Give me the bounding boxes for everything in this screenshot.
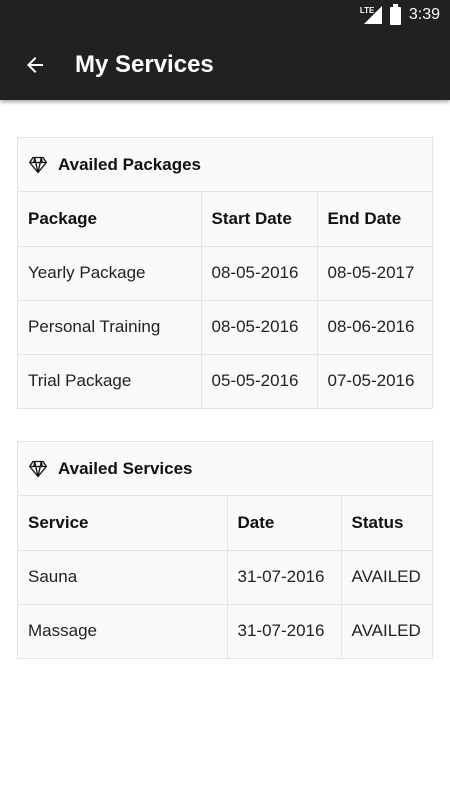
diamond-icon [29, 460, 47, 477]
services-title: Availed Services [58, 458, 193, 478]
service-status: AVAILED [351, 621, 421, 641]
start-date: 05-05-2016 [201, 354, 318, 408]
column-header: End Date [317, 192, 432, 247]
service-date: 31-07-2016 [227, 550, 342, 605]
package-name: Trial Package [18, 354, 202, 408]
page-title: My Services [75, 51, 214, 78]
services-header: Availed Services [18, 442, 432, 496]
arrow-left-icon [27, 57, 43, 73]
packages-card: Availed Packages Package Start Date End … [17, 137, 433, 409]
start-date: 08-05-2016 [201, 300, 318, 355]
column-header: Service [18, 496, 228, 551]
table-header-row: Service Date Status [18, 496, 432, 551]
diamond-icon [29, 156, 47, 173]
table-row: Yearly Package 08-05-2016 08-05-2017 [18, 246, 432, 301]
end-date: 07-05-2016 [327, 371, 415, 391]
column-header: Date [227, 496, 342, 551]
battery-icon [389, 4, 401, 25]
app-bar: My Services [0, 30, 450, 100]
status-bar: LTE 3:39 [0, 0, 450, 30]
end-date: 08-05-2017 [317, 246, 432, 301]
services-card: Availed Services Service Date Status Sau… [17, 441, 433, 659]
signal-icon: LTE [360, 5, 382, 25]
back-button[interactable] [17, 47, 53, 83]
package-name: Yearly Package [18, 246, 202, 301]
table-row: Massage 31-07-2016 AVAILED [18, 604, 432, 658]
service-name: Massage [18, 604, 228, 658]
column-header: Start Date [201, 192, 318, 247]
packages-table: Package Start Date End Date Yearly Packa… [18, 192, 432, 408]
table-header-row: Package Start Date End Date [18, 192, 432, 247]
status-icons: LTE 3:39 [360, 0, 440, 30]
packages-header: Availed Packages [18, 138, 432, 192]
column-header: Status [341, 496, 432, 551]
table-row: Sauna 31-07-2016 AVAILED [18, 550, 432, 605]
start-date: 08-05-2016 [201, 246, 318, 301]
table-row: Personal Training 08-05-2016 08-06-2016 [18, 300, 432, 355]
package-name: Personal Training [18, 300, 202, 355]
packages-title: Availed Packages [58, 154, 202, 174]
service-date: 31-07-2016 [227, 604, 342, 658]
service-name: Sauna [18, 550, 228, 605]
service-status: AVAILED [341, 550, 432, 605]
table-row: Trial Package 05-05-2016 07-05-2016 [18, 354, 432, 408]
column-header: Package [18, 192, 202, 247]
services-table: Service Date Status Sauna 31-07-2016 AVA… [18, 496, 432, 658]
end-date: 08-06-2016 [317, 300, 432, 355]
clock: 3:39 [408, 6, 440, 23]
